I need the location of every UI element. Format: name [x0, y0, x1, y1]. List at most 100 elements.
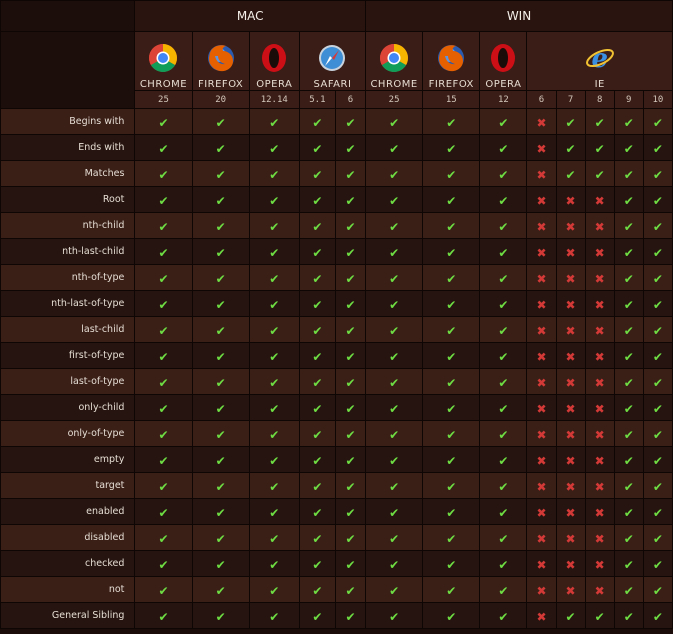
- support-cell: ✔: [191, 472, 250, 499]
- support-cell: ✔: [248, 160, 300, 187]
- support-cell: ✔: [298, 446, 336, 473]
- support-cell: ✔: [613, 212, 644, 239]
- support-cell: ✔: [479, 368, 528, 395]
- check-icon: ✔: [446, 532, 457, 546]
- browser-support-table: MAC WIN CHROME FIREFOX OPERA SAFARI CHRO…: [0, 0, 673, 629]
- check-icon: ✔: [269, 324, 280, 338]
- cross-icon: ✖: [565, 220, 576, 234]
- cross-icon: ✖: [594, 246, 605, 260]
- support-cell: ✔: [248, 420, 300, 447]
- support-cell: ✔: [422, 368, 481, 395]
- table-row: nth-last-of-type ✔ ✔ ✔ ✔ ✔ ✔ ✔ ✔ ✖ ✖ ✖ ✔ ✔: [0, 290, 673, 317]
- version-cell: 6: [526, 90, 557, 109]
- check-icon: ✔: [345, 584, 356, 598]
- feature-name: last-of-type: [0, 368, 136, 395]
- support-cell: ✖: [584, 524, 615, 551]
- check-icon: ✔: [312, 558, 323, 572]
- check-icon: ✔: [312, 194, 323, 208]
- support-cell: ✔: [479, 420, 528, 447]
- browser-mac-safari: SAFARI: [298, 31, 367, 91]
- check-icon: ✔: [345, 558, 356, 572]
- table-row: Begins with ✔ ✔ ✔ ✔ ✔ ✔ ✔ ✔ ✖ ✔ ✔ ✔ ✔: [0, 108, 673, 135]
- support-cell: ✔: [422, 446, 481, 473]
- support-cell: ✔: [365, 524, 424, 551]
- check-icon: ✔: [345, 116, 356, 130]
- support-cell: ✔: [365, 290, 424, 317]
- support-cell: ✖: [584, 550, 615, 577]
- check-icon: ✔: [446, 246, 457, 260]
- support-cell: ✔: [134, 316, 193, 343]
- cross-icon: ✖: [536, 194, 547, 208]
- feature-name: empty: [0, 446, 136, 473]
- support-cell: ✖: [584, 498, 615, 525]
- check-icon: ✔: [215, 428, 226, 442]
- check-icon: ✔: [345, 324, 356, 338]
- support-cell: ✔: [334, 550, 367, 577]
- check-icon: ✔: [269, 454, 280, 468]
- support-cell: ✖: [526, 238, 557, 265]
- browser-mac-opera: OPERA: [248, 31, 300, 91]
- check-icon: ✔: [623, 532, 634, 546]
- support-cell: ✔: [422, 576, 481, 603]
- check-icon: ✔: [215, 454, 226, 468]
- table-row: checked ✔ ✔ ✔ ✔ ✔ ✔ ✔ ✔ ✖ ✖ ✖ ✔ ✔: [0, 550, 673, 577]
- check-icon: ✔: [652, 532, 663, 546]
- check-icon: ✔: [345, 142, 356, 156]
- support-cell: ✔: [191, 524, 250, 551]
- check-icon: ✔: [446, 194, 457, 208]
- support-cell: ✔: [642, 394, 673, 421]
- cross-icon: ✖: [536, 506, 547, 520]
- check-icon: ✔: [446, 506, 457, 520]
- check-icon: ✔: [158, 584, 169, 598]
- check-icon: ✔: [652, 168, 663, 182]
- support-cell: ✔: [334, 212, 367, 239]
- check-icon: ✔: [312, 272, 323, 286]
- support-cell: ✔: [191, 212, 250, 239]
- check-icon: ✔: [652, 272, 663, 286]
- check-icon: ✔: [389, 272, 400, 286]
- support-cell: ✔: [613, 550, 644, 577]
- check-icon: ✔: [623, 402, 634, 416]
- check-icon: ✔: [389, 168, 400, 182]
- support-cell: ✖: [555, 290, 586, 317]
- check-icon: ✔: [623, 506, 634, 520]
- browser-label: CHROME: [370, 79, 418, 90]
- table-row: not ✔ ✔ ✔ ✔ ✔ ✔ ✔ ✔ ✖ ✖ ✖ ✔ ✔: [0, 576, 673, 603]
- check-icon: ✔: [498, 558, 509, 572]
- check-icon: ✔: [446, 610, 457, 624]
- check-icon: ✔: [652, 324, 663, 338]
- check-icon: ✔: [498, 480, 509, 494]
- check-icon: ✔: [269, 532, 280, 546]
- check-icon: ✔: [594, 116, 605, 130]
- support-cell: ✔: [191, 576, 250, 603]
- check-icon: ✔: [215, 584, 226, 598]
- support-cell: ✔: [642, 108, 673, 135]
- table-row: General Sibling ✔ ✔ ✔ ✔ ✔ ✔ ✔ ✔ ✖ ✔ ✔ ✔ ✔: [0, 602, 673, 629]
- support-cell: ✔: [479, 160, 528, 187]
- support-cell: ✔: [422, 108, 481, 135]
- support-cell: ✔: [479, 498, 528, 525]
- cross-icon: ✖: [536, 272, 547, 286]
- version-cell: 12.14: [248, 90, 300, 109]
- check-icon: ✔: [215, 324, 226, 338]
- support-cell: ✔: [422, 238, 481, 265]
- cross-icon: ✖: [565, 558, 576, 572]
- feature-name: checked: [0, 550, 136, 577]
- support-cell: ✔: [613, 264, 644, 291]
- check-icon: ✔: [158, 428, 169, 442]
- check-icon: ✔: [345, 220, 356, 234]
- support-cell: ✔: [642, 550, 673, 577]
- check-icon: ✔: [652, 194, 663, 208]
- support-cell: ✔: [334, 134, 367, 161]
- check-icon: ✔: [623, 194, 634, 208]
- cross-icon: ✖: [536, 246, 547, 260]
- support-cell: ✔: [365, 472, 424, 499]
- check-icon: ✔: [215, 610, 226, 624]
- support-cell: ✔: [191, 420, 250, 447]
- support-cell: ✔: [365, 576, 424, 603]
- browser-mac-chrome: CHROME: [134, 31, 193, 91]
- support-cell: ✔: [191, 498, 250, 525]
- support-cell: ✔: [555, 160, 586, 187]
- support-cell: ✔: [365, 368, 424, 395]
- cross-icon: ✖: [536, 324, 547, 338]
